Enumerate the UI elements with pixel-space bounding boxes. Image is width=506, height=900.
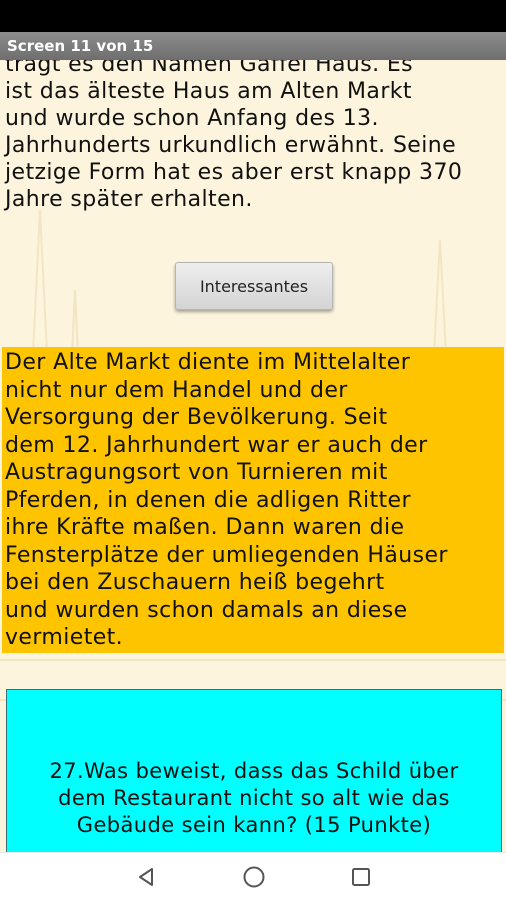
recents-square-icon[interactable] bbox=[348, 865, 374, 889]
question-box: 27.Was beweist, dass das Schild über dem… bbox=[6, 689, 502, 852]
info-box: Der Alte Markt diente im Mittelalter nic… bbox=[2, 347, 504, 653]
content-area[interactable]: trägt es den Namen Gaffel Haus. Es ist d… bbox=[0, 60, 506, 852]
intro-paragraph: trägt es den Namen Gaffel Haus. Es ist d… bbox=[5, 60, 463, 212]
back-triangle-icon[interactable] bbox=[133, 865, 159, 889]
status-bar bbox=[0, 0, 506, 32]
screen-title: Screen 11 von 15 bbox=[7, 37, 154, 55]
interessantes-button[interactable]: Interessantes bbox=[175, 262, 333, 310]
title-bar: Screen 11 von 15 bbox=[0, 32, 506, 60]
question-text: 27.Was beweist, dass das Schild über dem… bbox=[49, 759, 459, 837]
navigation-bar bbox=[0, 852, 506, 900]
info-paragraph: Der Alte Markt diente im Mittelalter nic… bbox=[5, 350, 448, 650]
home-circle-icon[interactable] bbox=[241, 865, 267, 889]
